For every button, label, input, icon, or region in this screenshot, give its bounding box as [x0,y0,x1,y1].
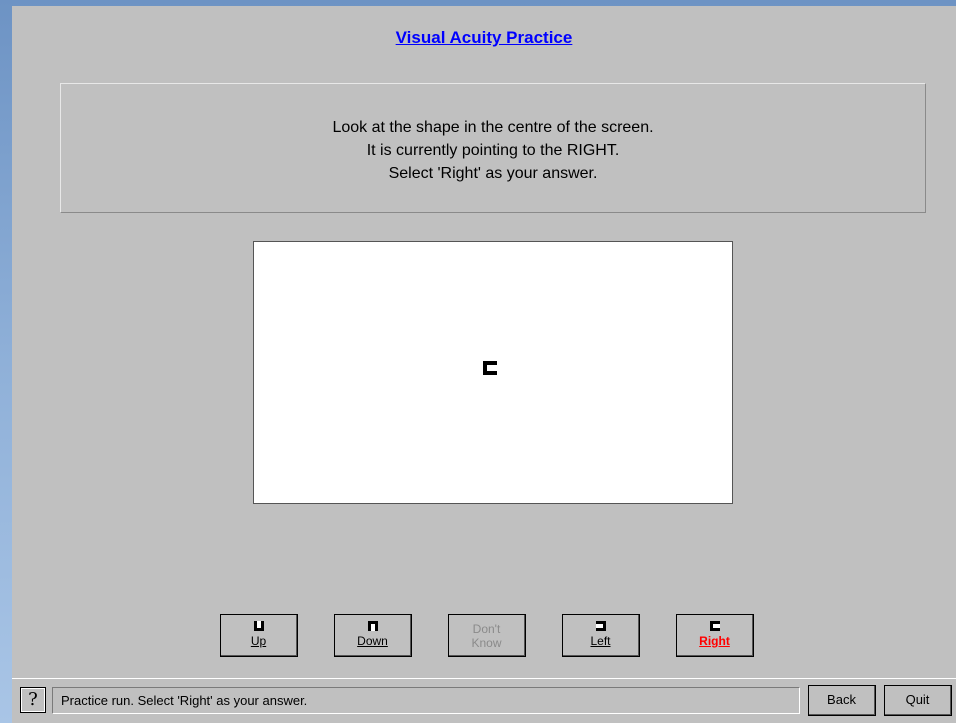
down-button-label: Down [357,634,388,648]
open-down-icon [367,621,378,631]
down-button[interactable]: Down [334,614,412,657]
dont-know-line-1: Don't [472,622,501,636]
open-up-icon [253,621,264,631]
instruction-line-2: It is currently pointing to the RIGHT. [366,142,620,159]
page-title: Visual Acuity Practice [395,28,573,47]
stimulus-display [253,241,733,504]
open-right-icon [709,621,720,631]
up-button-label: Up [250,634,267,648]
right-button-label: Right [699,634,730,648]
status-message: Practice run. Select 'Right' as your ans… [52,687,800,714]
instruction-panel: Look at the shape in the centre of the s… [60,83,926,213]
help-button[interactable]: ? [20,687,46,713]
left-button-label: Left [590,634,611,648]
dont-know-line-2: Know [471,636,502,650]
dont-know-button[interactable]: Don't Know [448,614,526,657]
instruction-line-3: Select 'Right' as your answer. [388,165,598,182]
status-bar: ? Practice run. Select 'Right' as your a… [12,678,956,722]
open-left-icon [595,621,606,631]
quit-button[interactable]: Quit [884,685,952,716]
help-icon: ? [28,689,38,710]
back-button[interactable]: Back [808,685,876,716]
left-button[interactable]: Left [562,614,640,657]
landolt-square-right-icon [483,361,497,375]
up-button[interactable]: Up [220,614,298,657]
instruction-line-1: Look at the shape in the centre of the s… [332,119,654,136]
app-window: Visual Acuity Practice Look at the shape… [12,6,956,723]
right-button[interactable]: Right [676,614,754,657]
